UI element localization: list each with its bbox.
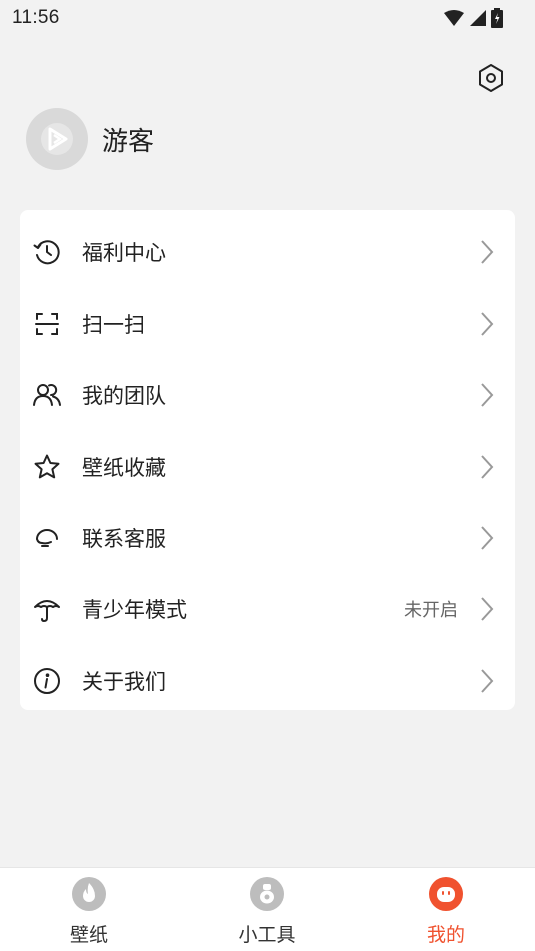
status-icons xyxy=(443,8,503,28)
teen-mode-status: 未开启 xyxy=(404,600,458,620)
nav-tab-wallpaper[interactable]: 壁纸 xyxy=(29,876,149,948)
avatar[interactable] xyxy=(26,108,88,170)
chevron-right-icon xyxy=(477,667,497,695)
mine-icon xyxy=(428,876,464,912)
chevron-right-icon xyxy=(477,238,497,266)
wifi-icon xyxy=(444,10,464,26)
umbrella-icon xyxy=(32,594,62,624)
menu-item-label: 福利中心 xyxy=(82,242,166,265)
profile-header[interactable]: 游客 xyxy=(26,108,154,170)
menu-item-label: 扫一扫 xyxy=(82,314,145,337)
menu-item-about-us[interactable]: 关于我们 xyxy=(20,646,515,716)
menu-item-welfare-center[interactable]: 福利中心 xyxy=(20,217,515,287)
chevron-right-icon xyxy=(477,595,497,623)
menu-item-label: 关于我们 xyxy=(82,671,166,694)
username: 游客 xyxy=(102,125,155,156)
menu-item-label: 联系客服 xyxy=(82,528,166,551)
menu-item-label: 我的团队 xyxy=(82,385,166,408)
flame-icon xyxy=(71,876,107,912)
battery-icon xyxy=(491,8,503,28)
play-logo-icon xyxy=(41,123,73,155)
nav-tab-label: 我的 xyxy=(426,925,465,946)
team-icon xyxy=(32,380,62,410)
menu-item-teen-mode[interactable]: 青少年模式 未开启 xyxy=(20,574,515,644)
settings-button[interactable] xyxy=(475,62,507,94)
menu-card: 福利中心 扫一扫 我的团队 壁纸收藏 联系客服 青少年模式 未开启 关于我们 xyxy=(20,210,515,710)
tool-icon xyxy=(249,876,285,912)
scan-icon xyxy=(32,309,62,339)
status-bar: 11:56 xyxy=(0,0,535,36)
menu-item-contact-support[interactable]: 联系客服 xyxy=(20,503,515,573)
nav-tab-tools[interactable]: 小工具 xyxy=(207,876,327,948)
menu-item-label: 壁纸收藏 xyxy=(82,457,166,480)
menu-item-my-team[interactable]: 我的团队 xyxy=(20,360,515,430)
chevron-right-icon xyxy=(477,453,497,481)
chevron-right-icon xyxy=(477,310,497,338)
info-icon xyxy=(32,666,62,696)
star-icon xyxy=(32,452,62,482)
nav-tab-mine[interactable]: 我的 xyxy=(386,876,506,948)
headset-icon xyxy=(32,523,62,553)
settings-icon xyxy=(479,64,503,92)
signal-icon xyxy=(470,10,486,26)
menu-item-wallpaper-favorites[interactable]: 壁纸收藏 xyxy=(20,432,515,502)
nav-tab-label: 壁纸 xyxy=(69,925,108,946)
chevron-right-icon xyxy=(477,524,497,552)
status-time: 11:56 xyxy=(12,7,60,28)
nav-tab-label: 小工具 xyxy=(238,925,296,946)
chevron-right-icon xyxy=(477,381,497,409)
menu-item-label: 青少年模式 xyxy=(82,599,187,622)
bottom-nav: 壁纸 小工具 我的 xyxy=(0,867,535,951)
menu-item-scan[interactable]: 扫一扫 xyxy=(20,289,515,359)
history-icon xyxy=(32,237,62,267)
